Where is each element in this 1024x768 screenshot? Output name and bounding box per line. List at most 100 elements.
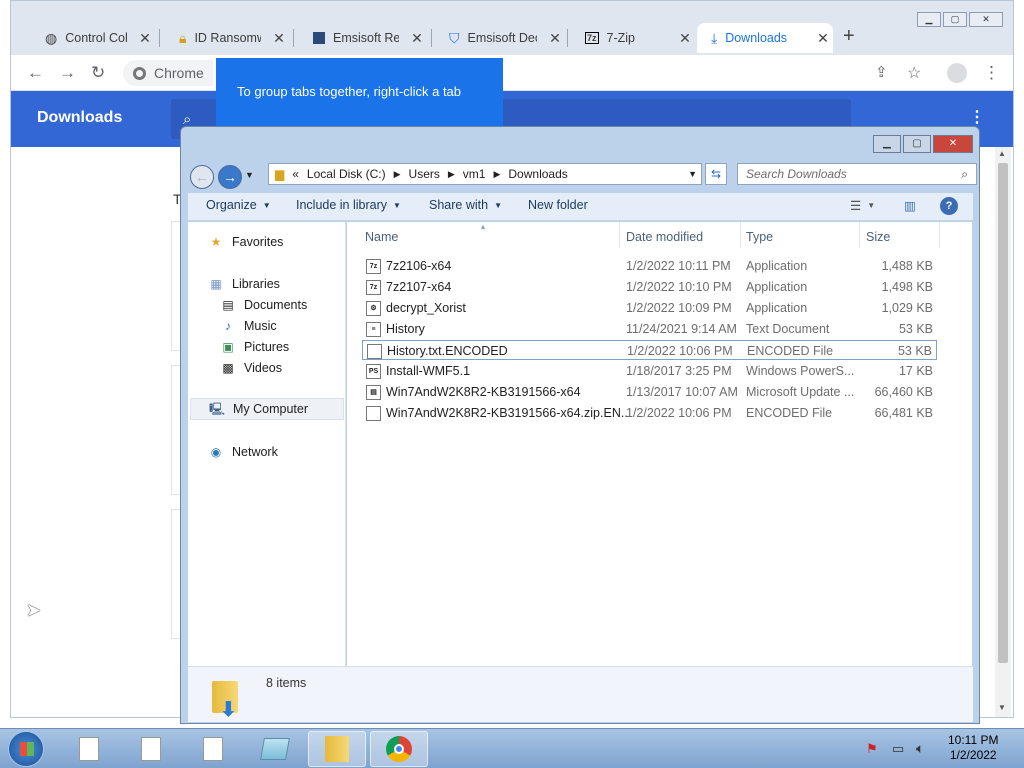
document-icon: ▤ [222, 298, 234, 312]
breadcrumb-local-disk[interactable]: Local Disk (C:) [307, 167, 386, 181]
taskbar-notepad-app[interactable] [246, 731, 304, 767]
column-header-name[interactable]: Name [365, 230, 398, 244]
taskbar-chrome[interactable] [370, 731, 428, 767]
file-size: 1,498 KB [881, 280, 933, 294]
volume-icon[interactable]: 🔈︎ [916, 740, 924, 757]
close-icon[interactable]: ✕ [813, 30, 833, 47]
nav-favorites[interactable]: ★ Favorites [208, 234, 284, 250]
search-input[interactable]: Search Downloads ⌕ [737, 163, 977, 185]
file-file-icon [367, 344, 382, 359]
start-button[interactable] [8, 731, 44, 767]
chevron-down-icon[interactable]: ▼ [688, 169, 697, 179]
file-size: 66,481 KB [874, 406, 933, 420]
organize-button[interactable]: Organize ▼ [206, 198, 271, 212]
file-date: 11/24/2021 9:14 AM [626, 322, 737, 336]
minimize-button[interactable]: ▁ [873, 135, 901, 153]
more-icon[interactable]: ⋮ [969, 107, 985, 127]
menu-icon[interactable]: ⋮ [983, 63, 1000, 83]
breadcrumb-downloads[interactable]: Downloads [508, 167, 567, 181]
close-icon[interactable]: ✕ [675, 30, 695, 47]
7z-file-icon: 7z [366, 280, 381, 295]
table-row[interactable]: PS Install-WMF5.1 1/18/2017 3:25 PM Windows… [362, 361, 937, 381]
breadcrumb-users[interactable]: Users [409, 167, 440, 181]
action-center-icon[interactable]: ⚑ [866, 741, 878, 757]
taskbar-notepad-3[interactable] [184, 731, 242, 767]
nav-music[interactable]: ♪ Music [220, 318, 277, 334]
star-icon[interactable]: ☆ [907, 63, 921, 83]
help-icon[interactable]: ? [940, 197, 958, 215]
video-icon: ▩ [222, 361, 234, 375]
7zip-icon: 7z [585, 32, 599, 44]
nav-libraries[interactable]: ▦ Libraries [208, 276, 280, 292]
browser-toolbar: ← → ↻ Chrome ⇪ ☆ ⋮ [11, 55, 1013, 91]
chrome-icon [133, 66, 146, 80]
forward-icon[interactable]: → [218, 165, 242, 189]
tab-downloads[interactable]: ⤓ Downloads ✕ [697, 23, 833, 53]
new-tab-icon[interactable]: + [843, 25, 855, 48]
clock[interactable]: 10:11 PM 1/2/2022 [948, 733, 998, 763]
refresh-icon[interactable]: ⇆ [705, 163, 727, 185]
tab-7zip[interactable]: 7z 7-Zip ✕ [571, 23, 695, 53]
view-options-icon[interactable]: ☰ ▼ [850, 198, 875, 213]
explorer-window: ▁ ▢ ✕ ← → ▼ ▆ « Local Disk (C:) ▶ Users … [180, 126, 980, 724]
tab-emsisoft-decryptor[interactable]: ⛉ Emsisoft Dec ✕ [435, 23, 565, 53]
column-header-size[interactable]: Size [866, 230, 890, 244]
file-name: History [386, 322, 425, 336]
share-icon[interactable]: ⇪ [875, 63, 888, 81]
network-icon[interactable]: ▭ [892, 741, 904, 757]
back-icon[interactable]: ← [190, 165, 214, 189]
preview-pane-icon[interactable]: ▥ [904, 198, 916, 213]
table-row[interactable]: ▤ Win7AndW2K8R2-KB3191566-x64 1/13/2017 10… [362, 382, 937, 402]
msu-file-icon: ▤ [366, 385, 381, 400]
status-bar: ⬇ 8 items [188, 666, 973, 722]
table-row[interactable]: Win7AndW2K8R2-KB3191566-x64.zip.EN... 1/2… [362, 403, 937, 423]
scrollbar[interactable]: ▲ ▼ [995, 147, 1011, 717]
close-button[interactable]: ✕ [933, 135, 973, 153]
table-row[interactable]: 7z 7z2107-x64 1/2/2022 10:10 PM Application… [362, 277, 937, 297]
tab-control-collab[interactable]: ◍ Control Colla ✕ [31, 23, 155, 53]
breadcrumb-vm1[interactable]: vm1 [463, 167, 486, 181]
document-icon [203, 737, 223, 761]
close-button[interactable]: ✕ [969, 12, 1003, 27]
close-icon[interactable]: ✕ [269, 30, 289, 47]
tab-emsisoft-release[interactable]: Emsisoft Rele ✕ [299, 23, 427, 53]
nav-my-computer[interactable]: 🖳︎ My Computer [190, 398, 344, 420]
close-icon[interactable]: ✕ [545, 30, 565, 47]
tab-id-ransomware[interactable]: 🔒︎ ID Ransomwa ✕ [165, 23, 289, 53]
emsisoft-icon [313, 32, 325, 44]
column-header-type[interactable]: Type [746, 230, 773, 244]
history-dropdown-icon[interactable]: ▼ [245, 170, 254, 180]
maximize-button[interactable]: ▢ [943, 12, 967, 27]
folder-icon: ▆ [275, 167, 285, 181]
column-header-date[interactable]: Date modified [626, 230, 703, 244]
avatar[interactable] [947, 63, 967, 83]
minimize-button[interactable]: ▁ [917, 12, 941, 27]
nav-documents[interactable]: ▤ Documents [220, 297, 307, 313]
table-row[interactable]: History.txt.ENCODED 1/2/2022 10:06 PM ENCO… [362, 340, 937, 360]
close-icon[interactable]: ✕ [407, 30, 427, 47]
file-size: 53 KB [898, 322, 933, 336]
nav-network[interactable]: ◉ Network [208, 444, 278, 460]
table-row[interactable]: ≡ History 11/24/2021 9:14 AM Text Document 5… [362, 319, 937, 339]
nav-pictures[interactable]: ▣ Pictures [220, 339, 289, 355]
nav-videos[interactable]: ▩ Videos [220, 360, 282, 376]
file-name: Install-WMF5.1 [386, 364, 471, 378]
taskbar-notepad-2[interactable] [122, 731, 180, 767]
share-with-button[interactable]: Share with ▼ [429, 198, 502, 212]
include-in-library-button[interactable]: Include in library ▼ [296, 198, 401, 212]
close-icon[interactable]: ✕ [135, 30, 155, 47]
forward-icon[interactable]: → [59, 63, 76, 83]
omnibox[interactable]: Chrome [123, 60, 213, 86]
reload-icon[interactable]: ↻ [91, 63, 105, 83]
command-bar: Organize ▼ Include in library ▼ Share with… [188, 193, 973, 221]
new-folder-button[interactable]: New folder [528, 198, 588, 212]
page-title: Downloads [37, 109, 123, 126]
address-input[interactable]: ▆ « Local Disk (C:) ▶ Users ▶ vm1 ▶ Down… [268, 163, 702, 185]
maximize-button[interactable]: ▢ [903, 135, 931, 153]
table-row[interactable]: 7z 7z2106-x64 1/2/2022 10:11 PM Application… [362, 256, 937, 276]
taskbar-notepad-1[interactable] [60, 731, 118, 767]
table-row[interactable]: ⚙ decrypt_Xorist 1/2/2022 10:09 PM Applicat… [362, 298, 937, 318]
taskbar-explorer[interactable] [308, 731, 366, 767]
back-icon[interactable]: ← [27, 63, 44, 83]
mouse-cursor-icon: ➤ [26, 600, 42, 620]
